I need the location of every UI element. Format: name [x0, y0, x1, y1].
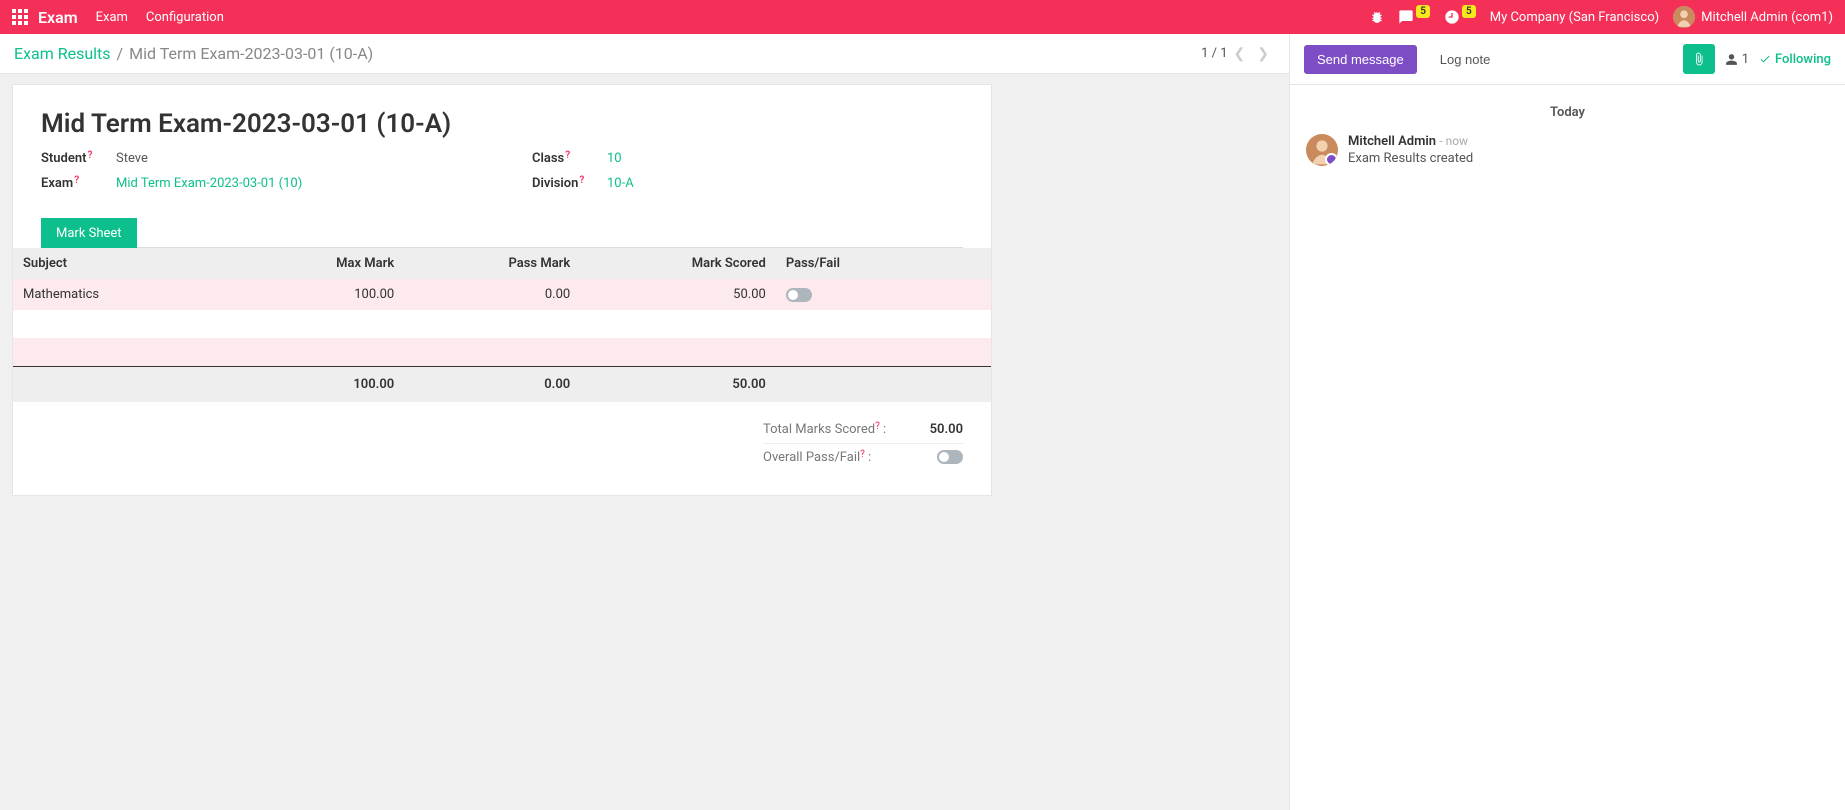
marks-table: Subject Max Mark Pass Mark Mark Scored P…: [13, 248, 991, 402]
th-max[interactable]: Max Mark: [228, 248, 404, 279]
company-switcher[interactable]: My Company (San Francisco): [1490, 10, 1659, 25]
th-pf[interactable]: Pass/Fail: [776, 248, 991, 279]
tab-mark-sheet[interactable]: Mark Sheet: [41, 218, 137, 248]
table-blank-row: [13, 310, 991, 338]
chatter-panel: Send message Log note 1 Following Today: [1289, 34, 1845, 810]
cell-pass: 0.00: [404, 279, 580, 310]
th-scored[interactable]: Mark Scored: [580, 248, 776, 279]
foot-pass: 0.00: [404, 366, 580, 402]
cell-pf: [776, 279, 991, 310]
foot-max: 100.00: [228, 366, 404, 402]
cell-max: 100.00: [228, 279, 404, 310]
foot-scored: 50.00: [580, 366, 776, 402]
activities-icon[interactable]: 5: [1444, 9, 1476, 25]
chatter-date: Today: [1306, 105, 1829, 120]
debug-icon[interactable]: [1370, 10, 1384, 24]
notebook-tabs: Mark Sheet: [41, 217, 963, 248]
message-author: Mitchell Admin: [1348, 134, 1436, 149]
cell-scored: 50.00: [580, 279, 776, 310]
value-total-scored: 50.00: [930, 422, 963, 437]
label-exam: Exam?: [41, 176, 106, 191]
value-exam[interactable]: Mid Term Exam-2023-03-01 (10): [106, 176, 302, 191]
send-message-button[interactable]: Send message: [1304, 45, 1417, 74]
overall-toggle[interactable]: [937, 450, 963, 464]
pager-text: 1 / 1: [1201, 46, 1227, 61]
record-title: Mid Term Exam-2023-03-01 (10-A): [41, 109, 963, 139]
followers-button[interactable]: 1: [1725, 52, 1749, 67]
label-student: Student?: [41, 151, 106, 166]
th-subject[interactable]: Subject: [13, 248, 228, 279]
log-note-button[interactable]: Log note: [1427, 45, 1504, 74]
apps-icon[interactable]: [12, 9, 28, 25]
th-pass[interactable]: Pass Mark: [404, 248, 580, 279]
value-division[interactable]: 10-A: [597, 176, 634, 191]
form-sheet: Mid Term Exam-2023-03-01 (10-A) Student?…: [12, 84, 992, 496]
value-class[interactable]: 10: [597, 151, 622, 166]
message-time: - now: [1439, 134, 1468, 148]
following-button[interactable]: Following: [1759, 52, 1831, 67]
message-text: Exam Results created: [1348, 151, 1473, 166]
breadcrumb-root[interactable]: Exam Results: [14, 44, 111, 63]
table-row[interactable]: Mathematics 100.00 0.00 50.00: [13, 279, 991, 310]
main-column: Exam Results / Mid Term Exam-2023-03-01 …: [0, 34, 1289, 810]
summary: Total Marks Scored? : 50.00 Overall Pass…: [763, 416, 963, 471]
menu-configuration[interactable]: Configuration: [146, 10, 224, 25]
breadcrumb-current: Mid Term Exam-2023-03-01 (10-A): [129, 44, 373, 63]
app-brand: Exam: [38, 8, 78, 27]
table-footer: 100.00 0.00 50.00: [13, 366, 991, 402]
top-navbar: Exam Exam Configuration 5 5 My Company (…: [0, 0, 1845, 34]
row-toggle[interactable]: [786, 288, 812, 302]
activities-badge: 5: [1462, 5, 1476, 18]
menu-exam[interactable]: Exam: [96, 10, 128, 25]
pager-prev[interactable]: ❮: [1228, 46, 1252, 62]
pager-next[interactable]: ❯: [1251, 46, 1275, 62]
table-blank-row: [13, 338, 991, 366]
pager: 1 / 1 ❮ ❯: [1201, 46, 1275, 62]
avatar: [1673, 6, 1695, 28]
control-bar: Exam Results / Mid Term Exam-2023-03-01 …: [0, 34, 1289, 74]
message-avatar: [1306, 134, 1338, 166]
label-class: Class?: [532, 151, 597, 166]
discuss-icon[interactable]: 5: [1398, 9, 1430, 25]
breadcrumb-sep: /: [117, 44, 124, 63]
cell-subject: Mathematics: [13, 279, 228, 310]
value-student: Steve: [106, 151, 148, 166]
user-menu[interactable]: Mitchell Admin (com1): [1673, 6, 1833, 28]
chatter-message: Mitchell Admin - now Exam Results create…: [1306, 134, 1829, 166]
label-overall-pf: Overall Pass/Fail? :: [763, 450, 871, 465]
attach-button[interactable]: [1683, 44, 1715, 74]
label-division: Division?: [532, 176, 597, 191]
label-total-scored: Total Marks Scored? :: [763, 422, 886, 437]
discuss-badge: 5: [1416, 5, 1430, 18]
